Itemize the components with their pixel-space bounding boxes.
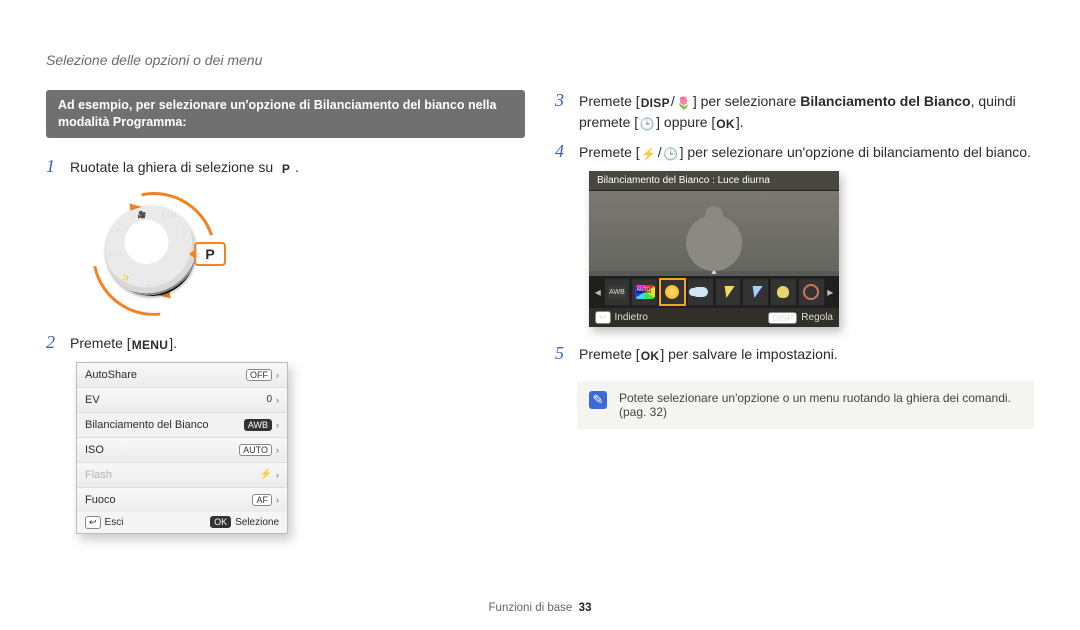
step-number-3: 3 bbox=[555, 90, 569, 111]
ok-key-icon: OK bbox=[715, 117, 736, 131]
step-number-2: 2 bbox=[46, 332, 60, 353]
macro-down-icon: 🌷 bbox=[675, 96, 693, 110]
timer-right-icon: 🕒 bbox=[662, 147, 680, 161]
wb-title: Bilanciamento del Bianco : Luce diurna bbox=[589, 171, 839, 191]
right-column: 3 Premete [DISP/🌷] per selezionare Bilan… bbox=[555, 90, 1034, 602]
left-column: Ad esempio, per selezionare un'opzione d… bbox=[46, 90, 525, 602]
step-5-body: Premete [OK] per salvare le impostazioni… bbox=[579, 344, 1034, 365]
menu-row-flash: Flash ⚡› bbox=[77, 463, 287, 488]
note-icon: ✎ bbox=[589, 391, 607, 409]
menu-key-icon: MENU bbox=[131, 338, 170, 352]
menu-row-white-balance: Bilanciamento del Bianco AWB› bbox=[77, 413, 287, 438]
timer-right-icon: 🕒 bbox=[638, 117, 656, 131]
ok-key-icon: OK bbox=[640, 349, 661, 363]
disp-key-icon: DISP bbox=[640, 96, 671, 110]
wb-option-fluorescent2 bbox=[742, 278, 769, 306]
back-key-icon: ↩ bbox=[595, 311, 611, 324]
note-text: Potete selezionare un'opzione o un menu … bbox=[619, 391, 1022, 419]
wb-prev-icon: ◂ bbox=[593, 285, 603, 299]
wb-option-auto bbox=[631, 278, 658, 306]
step-number-5: 5 bbox=[555, 343, 569, 364]
wb-option-fluorescent bbox=[715, 278, 742, 306]
page-footer: Funzioni di base 33 bbox=[46, 602, 1034, 630]
menu-footer: ↩Esci OKSelezione bbox=[77, 512, 287, 533]
tip-note: ✎ Potete selezionare un'opzione o un men… bbox=[577, 381, 1034, 429]
step-4-body: Premete [⚡/🕒] per selezionare un'opzione… bbox=[579, 142, 1034, 163]
disp-key-icon: DISP bbox=[768, 312, 797, 324]
flash-left-icon: ⚡ bbox=[640, 147, 658, 161]
dial-pointer-p: P bbox=[194, 242, 226, 266]
step-3-body: Premete [DISP/🌷] per selezionare Bilanci… bbox=[579, 91, 1034, 133]
step-1-body: Ruotate la ghiera di selezione su P. bbox=[70, 157, 525, 178]
step-number-4: 4 bbox=[555, 141, 569, 162]
menu-list-figure: AutoShare OFF› EV 0› Bilanciamento del B… bbox=[76, 362, 288, 534]
menu-row-iso: ISO AUTO› bbox=[77, 438, 287, 463]
wb-option-k: AWB bbox=[604, 278, 631, 306]
example-bar: Ad esempio, per selezionare un'opzione d… bbox=[46, 90, 525, 138]
wb-option-strip: ◂ AWB ▸ bbox=[589, 276, 839, 308]
mode-dial-figure: ASM P 🎥 S Wi-Fi ✨ AUTO P bbox=[86, 186, 216, 316]
wb-preview bbox=[589, 191, 839, 271]
mode-p-icon: P bbox=[277, 162, 295, 176]
menu-row-ev: EV 0› bbox=[77, 388, 287, 413]
white-balance-figure: Bilanciamento del Bianco : Luce diurna ▴… bbox=[589, 171, 839, 327]
ok-key-icon: OK bbox=[210, 516, 231, 528]
breadcrumb: Selezione delle opzioni o dei menu bbox=[46, 52, 1034, 68]
wb-next-icon: ▸ bbox=[826, 285, 836, 299]
wb-footer: ↩Indietro DISPRegola bbox=[589, 308, 839, 327]
step-2-body: Premete [MENU]. bbox=[70, 333, 525, 354]
wb-option-tungsten bbox=[770, 278, 797, 306]
back-key-icon: ↩ bbox=[85, 516, 101, 529]
wb-option-daylight bbox=[659, 278, 686, 306]
wb-option-cloudy bbox=[687, 278, 714, 306]
menu-row-focus: Fuoco AF› bbox=[77, 488, 287, 512]
wb-option-custom bbox=[798, 278, 825, 306]
step-number-1: 1 bbox=[46, 156, 60, 177]
menu-row-autoshare: AutoShare OFF› bbox=[77, 363, 287, 388]
